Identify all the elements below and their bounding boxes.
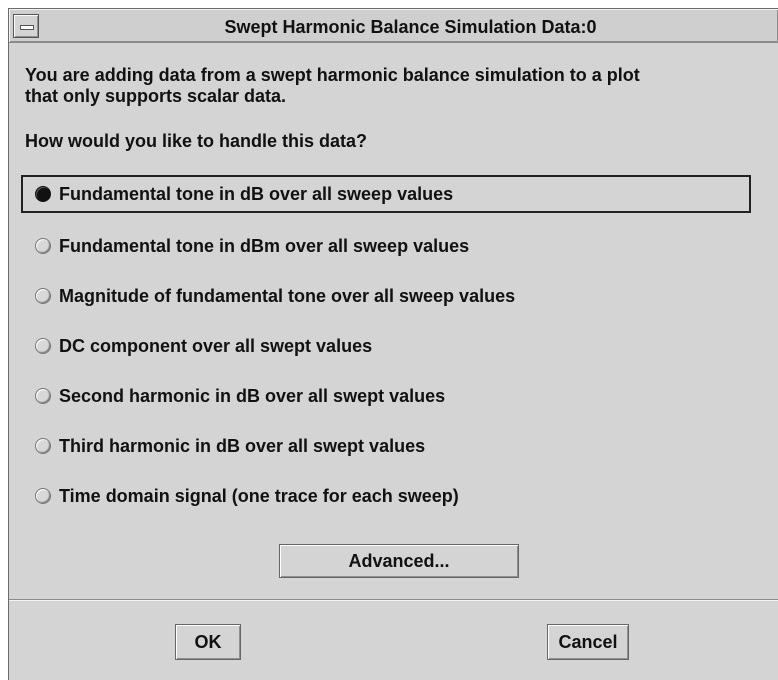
- option-label: DC component over all swept values: [59, 335, 373, 356]
- option-fundamental-magnitude[interactable]: Magnitude of fundamental tone over all s…: [23, 277, 751, 315]
- radio-unselected-icon[interactable]: [35, 488, 51, 504]
- radio-unselected-icon[interactable]: [35, 338, 51, 354]
- radio-unselected-icon[interactable]: [35, 438, 51, 454]
- option-second-harmonic[interactable]: Second harmonic in dB over all swept val…: [23, 377, 751, 415]
- separator-line: [9, 599, 778, 601]
- dialog-window: Swept Harmonic Balance Simulation Data:0…: [8, 8, 778, 680]
- radio-selected-icon[interactable]: [35, 186, 51, 202]
- ok-button[interactable]: OK: [175, 624, 241, 660]
- message-text: You are adding data from a swept harmoni…: [25, 65, 769, 107]
- cancel-button[interactable]: Cancel: [547, 624, 629, 660]
- option-fundamental-dbm[interactable]: Fundamental tone in dBm over all sweep v…: [23, 227, 751, 265]
- option-label: Third harmonic in dB over all swept valu…: [59, 435, 426, 456]
- option-time-domain-signal[interactable]: Time domain signal (one trace for each s…: [23, 477, 751, 515]
- option-third-harmonic[interactable]: Third harmonic in dB over all swept valu…: [23, 427, 751, 465]
- option-label: Fundamental tone in dBm over all sweep v…: [59, 235, 470, 256]
- option-dc-component[interactable]: DC component over all swept values: [23, 327, 751, 365]
- window-title: Swept Harmonic Balance Simulation Data:0: [224, 17, 597, 37]
- window-menu-icon[interactable]: [13, 14, 39, 38]
- radio-unselected-icon[interactable]: [35, 388, 51, 404]
- radio-unselected-icon[interactable]: [35, 238, 51, 254]
- window-menu-bar-icon: [20, 25, 34, 30]
- advanced-button[interactable]: Advanced...: [279, 544, 519, 578]
- option-label: Time domain signal (one trace for each s…: [59, 485, 459, 506]
- message-line-1: You are adding data from a swept harmoni…: [25, 65, 640, 85]
- option-label: Fundamental tone in dB over all sweep va…: [59, 183, 454, 204]
- message-line-2: that only supports scalar data.: [25, 86, 287, 106]
- radio-unselected-icon[interactable]: [35, 288, 51, 304]
- option-label: Second harmonic in dB over all swept val…: [59, 385, 446, 406]
- title-bar[interactable]: Swept Harmonic Balance Simulation Data:0: [9, 9, 778, 43]
- option-fundamental-db[interactable]: Fundamental tone in dB over all sweep va…: [21, 175, 751, 213]
- option-label: Magnitude of fundamental tone over all s…: [59, 285, 516, 306]
- question-text: How would you like to handle this data?: [25, 131, 368, 151]
